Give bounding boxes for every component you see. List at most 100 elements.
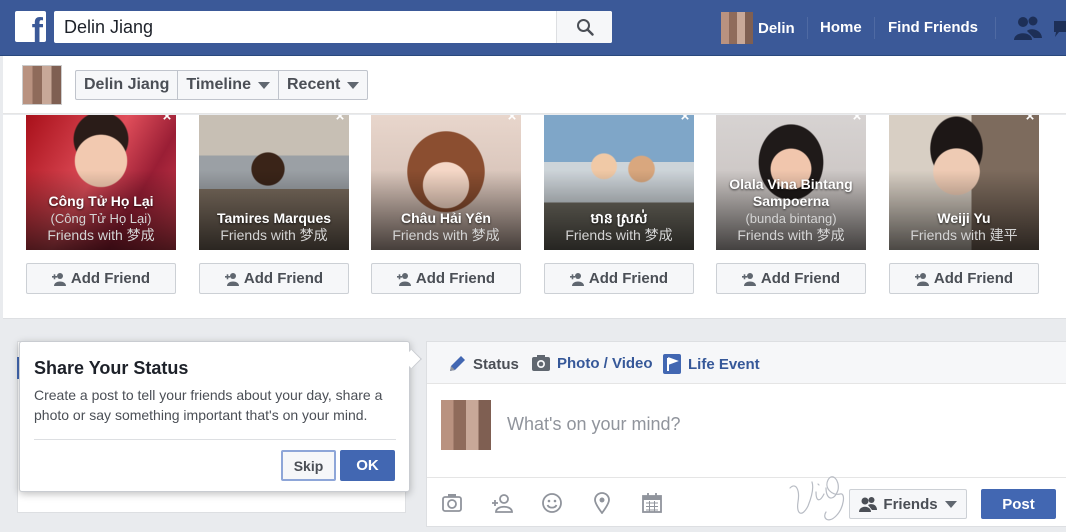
nav-profile-link[interactable]: Delin (721, 12, 795, 44)
add-friend-label: Add Friend (588, 270, 669, 287)
add-friend-button[interactable]: Add Friend (26, 263, 176, 294)
add-friend-label: Add Friend (70, 270, 151, 287)
timeline-header: Delin Jiang Timeline Recent (3, 56, 1066, 114)
add-friend-button[interactable]: Add Friend (889, 263, 1039, 294)
suggestion-mutual-friend: Friends with 建平 (910, 227, 1018, 243)
search-box (54, 11, 612, 43)
close-icon[interactable]: × (160, 115, 174, 124)
search-icon (576, 19, 594, 36)
suggestion-caption: Weiji Yu Friends with 建平 (889, 210, 1039, 244)
add-friend-icon (569, 272, 584, 286)
suggestion-mutual-friend: Friends with 梦成 (737, 227, 845, 243)
skip-button[interactable]: Skip (281, 450, 336, 481)
suggestion-photo[interactable]: Olala Vina Bintang Sampoerna (bunda bint… (716, 115, 866, 250)
add-friend-label: Add Friend (933, 270, 1014, 287)
calendar-icon[interactable] (641, 492, 663, 514)
suggestion-caption: Olala Vina Bintang Sampoerna (bunda bint… (716, 176, 866, 244)
add-friend-icon (224, 272, 239, 286)
post-button[interactable]: Post (981, 489, 1056, 519)
timeline-dropdown[interactable]: Timeline (178, 71, 279, 99)
close-icon[interactable]: × (850, 115, 864, 124)
recent-dropdown[interactable]: Recent (279, 71, 367, 99)
feeling-smiley-icon[interactable] (541, 492, 563, 514)
close-icon[interactable]: × (678, 115, 692, 124)
search-input[interactable] (54, 11, 556, 43)
audience-selector-button[interactable]: Friends (849, 489, 967, 519)
nav-divider (807, 17, 808, 39)
facebook-logo-letter: f (31, 12, 43, 42)
add-friend-label: Add Friend (243, 270, 324, 287)
profile-name-label: Delin Jiang (84, 76, 170, 93)
suggestion-caption: Châu Hải Yến Friends with 梦成 (371, 210, 521, 244)
add-friend-label: Add Friend (760, 270, 841, 287)
tab-photo-video-label: Photo / Video (557, 354, 653, 372)
suggestion-name[interactable]: Công Tử Họ Lại (26, 193, 176, 210)
location-pin-icon[interactable] (591, 492, 613, 514)
add-friend-icon (914, 272, 929, 286)
audience-label: Friends (883, 495, 938, 513)
suggestion-photo[interactable]: Weiji Yu Friends with 建平 × (889, 115, 1039, 250)
messages-icon[interactable] (1054, 19, 1066, 39)
post-composer: Status Photo / Video Life Event What's o… (426, 341, 1066, 527)
add-friend-icon (741, 272, 756, 286)
suggestion-alt-name: (bunda bintang) (745, 211, 837, 226)
suggestion-alt-name: (Công Tử Họ Lại) (50, 211, 152, 226)
facebook-logo[interactable]: f (15, 11, 46, 42)
nav-find-friends-link[interactable]: Find Friends (888, 19, 978, 36)
people-you-may-know-panel: Công Tử Họ Lại (Công Tử Họ Lại) Friends … (3, 115, 1066, 319)
signature-watermark (789, 476, 845, 521)
suggestion-name[interactable]: Tamires Marques (199, 210, 349, 227)
tooltip-divider (34, 439, 396, 440)
suggestion-mutual-friend: Friends with 梦成 (392, 227, 500, 243)
suggestion-name[interactable]: Châu Hải Yến (371, 210, 521, 227)
tooltip-arrow (402, 349, 422, 369)
chevron-down-icon (257, 81, 270, 89)
tab-life-event[interactable]: Life Event (662, 354, 760, 374)
pencil-icon (450, 356, 465, 371)
suggestion-photo[interactable]: Công Tử Họ Lại (Công Tử Họ Lại) Friends … (26, 115, 176, 250)
flag-icon (663, 354, 681, 374)
suggestion-caption: Công Tử Họ Lại (Công Tử Họ Lại) Friends … (26, 193, 176, 244)
camera-icon[interactable] (441, 492, 463, 514)
friends-icon (859, 497, 878, 512)
top-navigation-bar: f Delin Home Find Friends (0, 0, 1066, 56)
avatar (721, 12, 753, 44)
add-friend-button[interactable]: Add Friend (716, 263, 866, 294)
ok-button[interactable]: OK (340, 450, 395, 481)
tag-people-icon[interactable] (491, 492, 513, 514)
tab-status-label: Status (473, 355, 519, 373)
nav-divider (874, 17, 875, 39)
close-icon[interactable]: × (333, 115, 347, 124)
suggestion-name[interactable]: Olala Vina Bintang Sampoerna (716, 176, 866, 210)
suggestion-photo[interactable]: មាន ស្រស់ Friends with 梦成 × (544, 115, 694, 250)
add-friend-button[interactable]: Add Friend (544, 263, 694, 294)
nav-divider (995, 17, 996, 39)
camera-icon (532, 355, 550, 371)
add-friend-icon (396, 272, 411, 286)
add-friend-button[interactable]: Add Friend (371, 263, 521, 294)
profile-thumbnail[interactable] (22, 65, 62, 105)
chevron-down-icon (347, 81, 360, 89)
add-friend-button[interactable]: Add Friend (199, 263, 349, 294)
suggestion-photo[interactable]: Châu Hải Yến Friends with 梦成 × (371, 115, 521, 250)
tab-status[interactable]: Status (447, 354, 519, 374)
close-icon[interactable]: × (505, 115, 519, 124)
friend-requests-icon[interactable] (1013, 15, 1043, 41)
suggestion-name[interactable]: Weiji Yu (889, 210, 1039, 227)
avatar (441, 400, 491, 450)
suggestion-mutual-friend: Friends with 梦成 (220, 227, 328, 243)
search-button[interactable] (556, 11, 612, 43)
composer-tabs: Status Photo / Video Life Event (427, 342, 1066, 384)
chevron-down-icon (944, 500, 957, 508)
suggestion-name[interactable]: មាន ស្រស់ (544, 210, 694, 227)
profile-name-link[interactable]: Delin Jiang (76, 71, 179, 99)
tooltip-title: Share Your Status (34, 358, 189, 378)
breadcrumb: Delin Jiang Timeline Recent (75, 70, 369, 100)
status-input[interactable]: What's on your mind? (507, 414, 681, 435)
add-friend-label: Add Friend (415, 270, 496, 287)
tooltip-body: Create a post to tell your friends about… (34, 387, 383, 423)
nav-home-link[interactable]: Home (820, 19, 862, 36)
suggestion-photo[interactable]: Tamires Marques Friends with 梦成 × (199, 115, 349, 250)
tab-photo-video[interactable]: Photo / Video (531, 354, 653, 372)
close-icon[interactable]: × (1023, 115, 1037, 124)
